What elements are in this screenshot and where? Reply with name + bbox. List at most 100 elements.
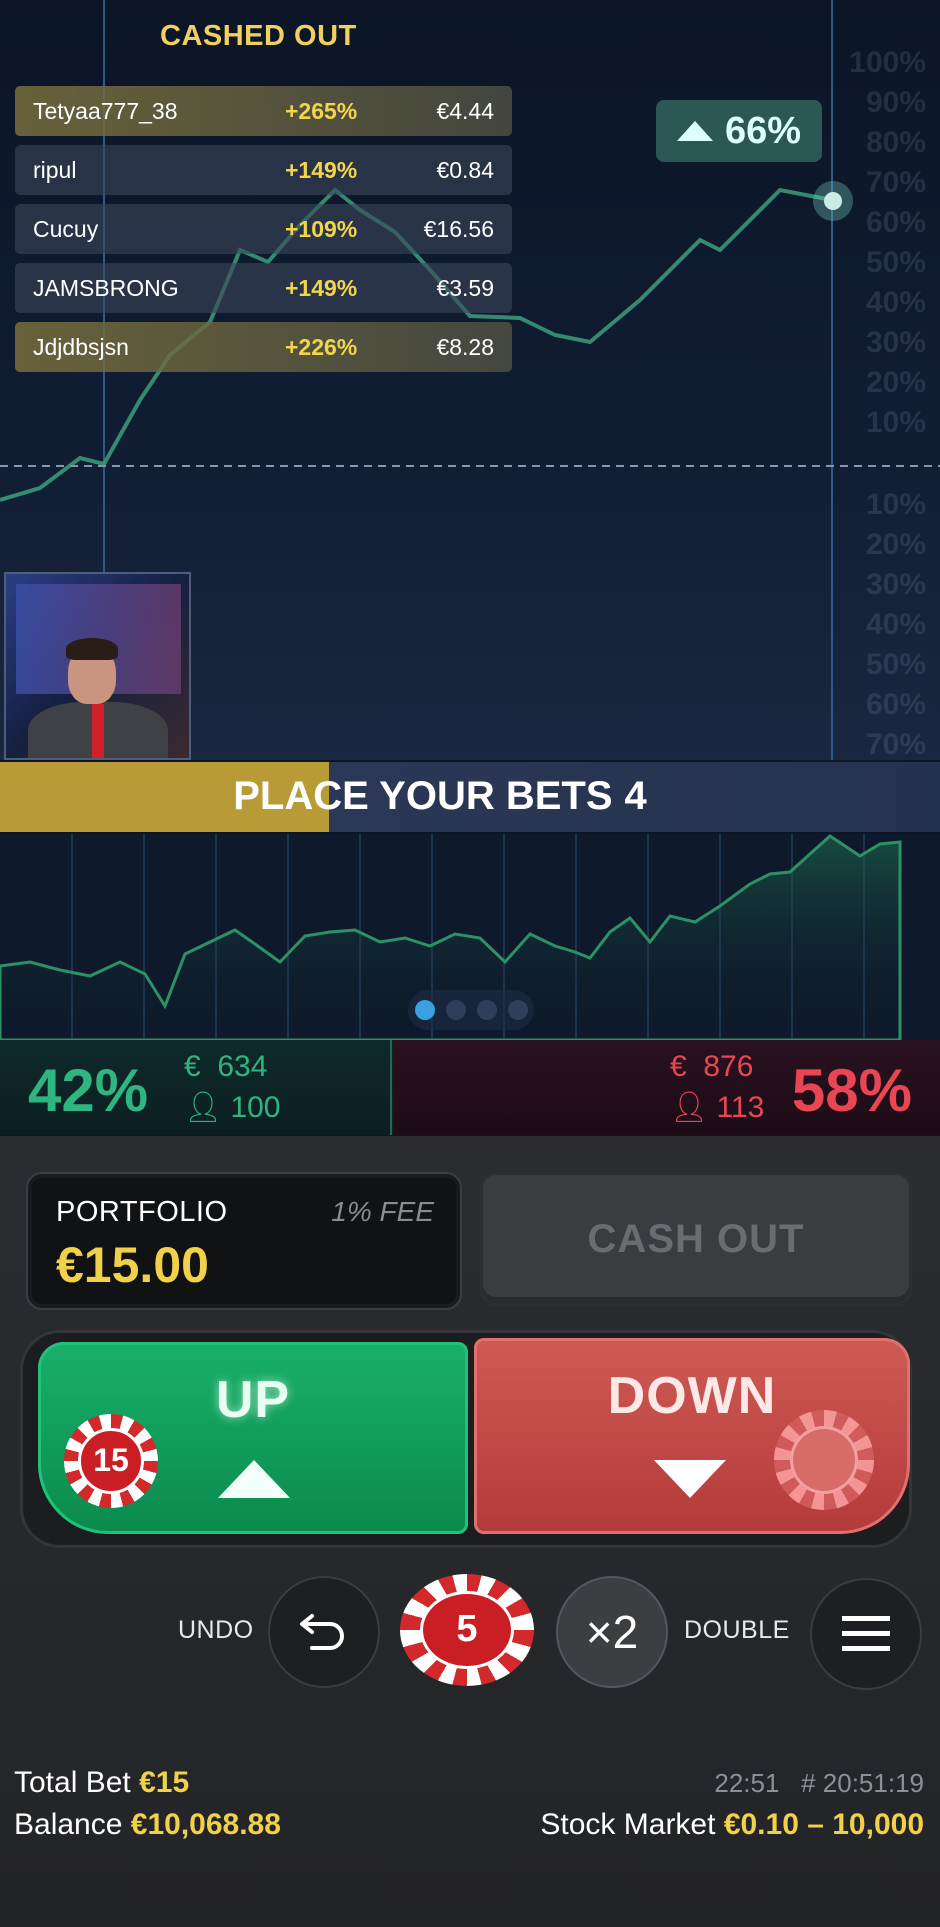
stock-market-label: Stock Market [540,1808,716,1841]
portfolio-value: €15.00 [56,1237,209,1293]
cashed-out-percent: +109% [285,215,358,242]
triangle-up-icon [676,121,713,141]
chip-selector[interactable]: 5 [400,1574,534,1686]
down-amount-value: 876 [703,1050,754,1083]
balance-value: €10,068.88 [130,1808,281,1841]
arrow-up-icon [218,1460,290,1498]
up-players-value: 100 [230,1091,281,1124]
place-bets-label: PLACE YOUR BETS 4 [0,774,880,819]
chip-selector-value: 5 [420,1590,514,1670]
place-bets-text: PLACE YOUR BETS [233,774,613,818]
cashed-out-name: Tetyaa777_38 [33,97,178,124]
live-price-dot [813,181,853,221]
hamburger-menu-icon [842,1616,890,1651]
double-label: DOUBLE [684,1616,790,1644]
cash-out-button[interactable]: CASH OUT [480,1172,912,1306]
euro-icon: € [184,1050,201,1083]
cashed-out-amount: €4.44 [436,97,494,124]
live-percent-value: 66% [724,109,802,152]
cashed-out-row: Cucuy +109% €16.56 [15,204,512,254]
balance-label: Balance [14,1808,123,1841]
down-stats-panel: € 876 👤︎ 113 58% [394,1040,940,1135]
undo-button[interactable] [268,1576,380,1688]
menu-button[interactable] [810,1578,922,1690]
portfolio-fee: 1% FEE [331,1196,434,1227]
scale-label-down: 50% [865,648,926,681]
pager-dot[interactable] [414,1000,435,1020]
cashed-out-name: ripul [33,156,77,183]
scale-label-down: 10% [865,488,926,521]
total-bet-value: €15 [139,1766,190,1799]
up-percent: 42% [28,1057,149,1124]
up-amount-value: 634 [217,1050,268,1083]
euro-icon: € [670,1050,687,1083]
scale-label-up: 30% [865,326,926,359]
undo-icon [300,1614,344,1650]
cashed-out-amount: €3.59 [436,274,494,301]
place-bets-countdown: 4 [624,774,647,818]
round-time: 22:51 [714,1768,780,1798]
user-icon: 👤︎ [184,1091,223,1124]
cashed-out-percent: +265% [285,97,358,124]
bet-distribution: 42% € 634 👤︎ 100 € 876 👤︎ 113 58% [0,1040,940,1135]
up-amount: € 634 [184,1050,267,1084]
cashed-out-title: CASHED OUT [160,20,357,52]
cashed-out-row: ripul +149% €0.84 [15,145,512,195]
balance: Balance €10,068.88 [14,1808,281,1842]
presenter-tie [92,704,104,758]
history-pager[interactable] [408,990,534,1030]
cashed-out-amount: €16.56 [423,215,494,242]
cashed-out-percent: +149% [285,274,358,301]
portfolio-box: PORTFOLIO 1% FEE €15.00 [26,1172,462,1310]
pager-dot[interactable] [507,1000,528,1020]
cashed-out-percent: +149% [285,156,358,183]
down-players: 👤︎ 113 [670,1090,764,1125]
down-amount: € 876 [670,1050,753,1084]
pager-dot[interactable] [476,1000,497,1020]
place-bets-bar: PLACE YOUR BETS 4 [0,762,940,832]
scale-label-down: 60% [865,688,926,721]
scale-label-up: 10% [865,406,926,439]
cashed-out-amount: €0.84 [436,156,494,183]
presenter-video[interactable] [4,572,191,760]
scale-label-up: 70% [865,166,926,199]
scale-label-up: 100% [849,46,926,79]
cashed-out-row: Tetyaa777_38 +265% €4.44 [15,86,512,136]
scale-label-up: 50% [865,246,926,279]
presenter-hair [66,638,118,660]
cashed-out-row: JAMSBRONG +149% €3.59 [15,263,512,313]
portfolio-label: PORTFOLIO [56,1196,228,1228]
down-percent: 58% [791,1057,912,1124]
arrow-down-icon [654,1460,726,1498]
cashed-out-percent: +226% [285,333,358,360]
scale-label-down: 70% [865,728,926,760]
cashed-out-row: Jdjdbsjsn +226% €8.28 [15,322,512,372]
cashed-out-name: JAMSBRONG [33,274,179,301]
scale-label-up: 80% [865,126,926,159]
down-chip-placeholder-icon [774,1410,874,1510]
round-info: 22:51 # 20:51:19 [714,1768,924,1799]
undo-label: UNDO [178,1616,254,1644]
cashed-out-name: Jdjdbsjsn [33,333,129,360]
scale-label-up: 60% [865,206,926,239]
up-bet-chip-value: 15 [78,1428,144,1494]
up-players: 👤︎ 100 [184,1090,281,1125]
stock-market-limits: Stock Market €0.10 – 10,000 [540,1808,924,1842]
stock-market-range: €0.10 – 10,000 [723,1808,924,1841]
pager-dot[interactable] [445,1000,466,1020]
cashed-out-name: Cucuy [33,215,99,242]
scale-label-down: 20% [865,528,926,561]
live-percent-badge: 66% [656,100,822,162]
double-button[interactable]: ×2 [556,1576,668,1688]
total-bet: Total Bet €15 [14,1766,189,1800]
scale-label-down: 40% [865,608,926,641]
up-bet-chip: 15 [64,1414,158,1508]
down-players-value: 113 [716,1091,765,1124]
cashed-out-amount: €8.28 [436,333,494,360]
up-stats-panel: 42% € 634 👤︎ 100 [0,1040,392,1135]
scale-label-up: 40% [865,286,926,319]
scale-label-up: 20% [865,366,926,399]
total-bet-label: Total Bet [14,1766,131,1799]
scale-label-down: 30% [865,568,926,601]
scale-label-up: 90% [865,86,926,119]
